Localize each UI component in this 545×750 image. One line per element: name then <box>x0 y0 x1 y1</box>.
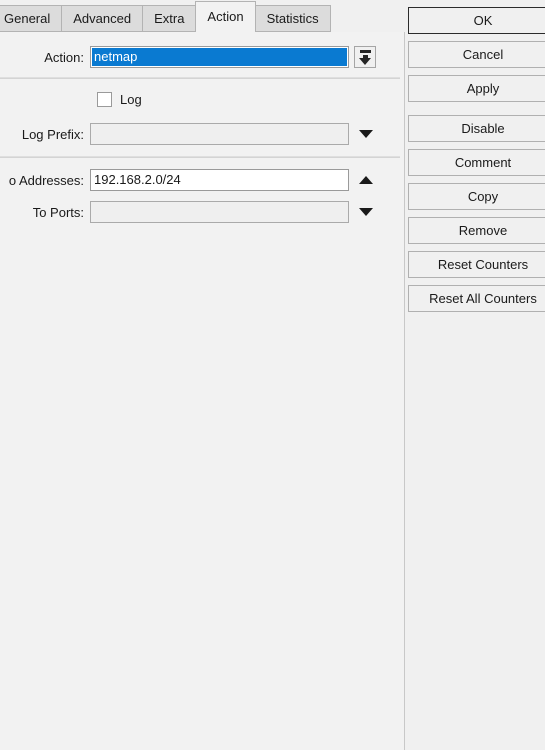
to-ports-label: To Ports: <box>32 204 84 220</box>
to-addresses-row: o Addresses: 192.168.2.0/24 <box>0 167 405 193</box>
action-label: Action: <box>44 49 84 65</box>
log-prefix-label: Log Prefix: <box>21 126 84 142</box>
apply-button[interactable]: Apply <box>408 75 545 102</box>
copy-button[interactable]: Copy <box>408 183 545 210</box>
tab-action[interactable]: Action <box>195 1 256 32</box>
remove-button[interactable]: Remove <box>408 217 545 244</box>
to-ports-input[interactable] <box>90 201 349 223</box>
tab-advanced[interactable]: Advanced <box>61 5 144 32</box>
log-checkbox-row: Log <box>97 92 142 107</box>
triangle-down-icon-to-ports[interactable] <box>353 201 379 223</box>
log-prefix-row: Log Prefix: <box>0 121 405 147</box>
tab-general[interactable]: General <box>0 5 63 32</box>
comment-button[interactable]: Comment <box>408 149 545 176</box>
reset-counters-button[interactable]: Reset Counters <box>408 251 545 278</box>
ok-button[interactable]: OK <box>408 7 545 34</box>
triangle-down-glyph <box>359 208 373 216</box>
tab-extra[interactable]: Extra <box>142 5 197 32</box>
to-addresses-input[interactable]: 192.168.2.0/24 <box>90 169 349 191</box>
combo-bar <box>359 49 371 53</box>
log-label: Log <box>120 92 142 107</box>
triangle-up-icon-to-addresses[interactable] <box>353 169 379 191</box>
action-input[interactable]: netmap <box>90 46 349 68</box>
cancel-button[interactable]: Cancel <box>408 41 545 68</box>
log-checkbox[interactable] <box>97 92 112 107</box>
combo-down-icon[interactable] <box>354 46 376 68</box>
triangle-down-glyph <box>359 130 373 138</box>
separator-2 <box>0 156 400 158</box>
disable-button[interactable]: Disable <box>408 115 545 142</box>
action-row: Action: netmap <box>0 44 405 70</box>
to-addresses-label: o Addresses: <box>8 172 84 188</box>
to-ports-row: To Ports: <box>0 199 405 225</box>
triangle-up-glyph <box>359 176 373 184</box>
tab-statistics[interactable]: Statistics <box>254 5 331 32</box>
reset-all-counters-button[interactable]: Reset All Counters <box>408 285 545 312</box>
combo-arrow <box>359 57 371 65</box>
separator-1 <box>0 77 400 79</box>
log-prefix-input[interactable] <box>90 123 349 145</box>
triangle-down-icon-log-prefix[interactable] <box>353 123 379 145</box>
